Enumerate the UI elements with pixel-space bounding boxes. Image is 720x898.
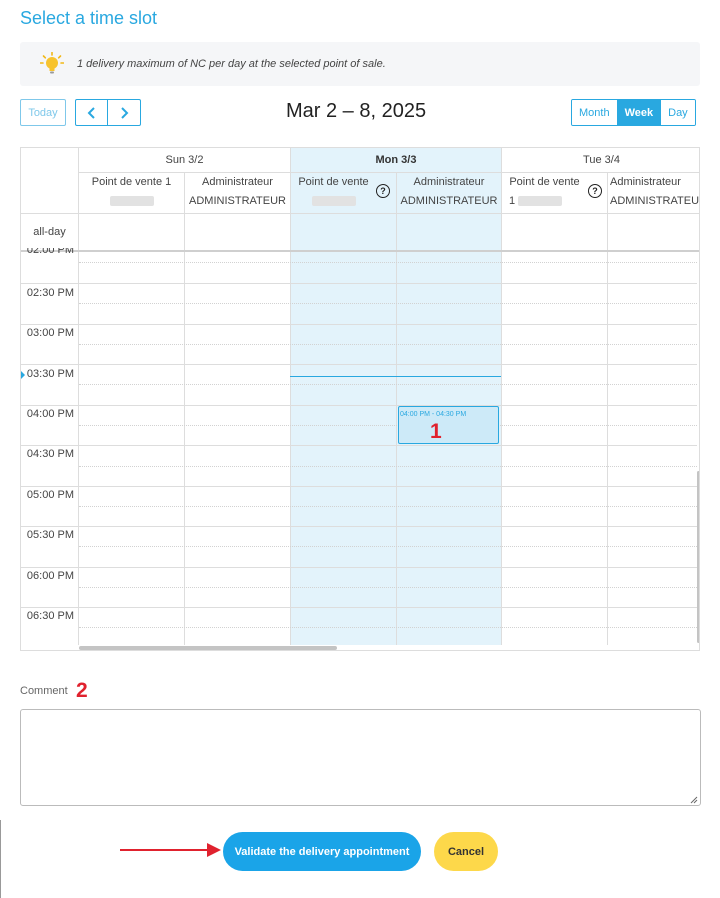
- help-icon[interactable]: ?: [376, 184, 390, 198]
- dialog-title: Select a time slot: [20, 8, 158, 28]
- view-month-button[interactable]: Month: [572, 100, 617, 125]
- time-slot-label: 03:30 PM: [26, 368, 74, 380]
- annotation-arrow-head: [207, 843, 221, 857]
- resource-header: Administrateur ADMINISTRATEUR: [189, 176, 286, 207]
- cancel-button[interactable]: Cancel: [434, 832, 498, 871]
- time-slot-label: 06:00 PM: [26, 570, 74, 582]
- time-slot-label: 04:30 PM: [26, 448, 74, 460]
- day-header-tue[interactable]: Tue 3/4: [502, 148, 699, 172]
- redacted-text: [518, 196, 563, 207]
- chevron-left-icon: [87, 106, 95, 119]
- now-indicator-line: [290, 376, 501, 377]
- comment-textarea[interactable]: [20, 709, 701, 806]
- comment-label: Comment: [20, 685, 68, 697]
- view-week-button[interactable]: Week: [616, 100, 661, 125]
- resource-header: Point de vente 1: [509, 176, 580, 207]
- day-header-mon[interactable]: Mon 3/3: [291, 148, 501, 172]
- horizontal-scrollbar[interactable]: [79, 646, 337, 650]
- time-slot-label: 05:30 PM: [26, 529, 74, 541]
- annotation-marker-1: 1: [430, 420, 442, 443]
- next-button[interactable]: [107, 99, 141, 126]
- resource-header: Point de vente 1: [79, 173, 184, 211]
- today-button[interactable]: Today: [20, 99, 66, 126]
- annotation-arrow: [120, 849, 210, 851]
- info-message: 1 delivery maximum of NC per day at the …: [77, 58, 386, 70]
- time-slot-label: 03:00 PM: [26, 327, 74, 339]
- view-day-button[interactable]: Day: [660, 100, 695, 125]
- time-slot-label: 06:30 PM: [26, 610, 74, 622]
- day-header-sun[interactable]: Sun 3/2: [79, 148, 290, 172]
- allday-label: all-day: [33, 226, 66, 238]
- resource-header: Point de vente: [291, 173, 376, 211]
- event-time: 04:00 PM - 04:30 PM: [400, 411, 467, 418]
- annotation-marker-2: 2: [76, 679, 88, 702]
- time-slot-label: 02:30 PM: [26, 287, 74, 299]
- help-icon[interactable]: ?: [588, 184, 602, 198]
- redacted-text: [311, 196, 356, 207]
- time-slot-label: 04:00 PM: [26, 408, 74, 420]
- resize-grip-icon[interactable]: [690, 796, 698, 804]
- view-switcher: Month Week Day: [571, 99, 696, 126]
- prev-button[interactable]: [75, 99, 108, 126]
- calendar-event[interactable]: 04:00 PM - 04:30 PM: [398, 406, 499, 444]
- chevron-right-icon: [121, 106, 129, 119]
- calendar-grid: Sun 3/2 Mon 3/3 Tue 3/4 Point de vente 1…: [20, 147, 700, 651]
- vertical-scrollbar[interactable]: [697, 471, 699, 643]
- time-slot-label: 02:00 PM: [26, 248, 74, 256]
- info-banner: 1 delivery maximum of NC per day at the …: [20, 42, 700, 86]
- lightbulb-icon: [40, 52, 64, 74]
- validate-appointment-button[interactable]: Validate the delivery appointment: [223, 832, 421, 871]
- now-indicator-arrow: [21, 371, 25, 379]
- window-edge: [0, 820, 1, 898]
- time-slot-label: 05:00 PM: [26, 489, 74, 501]
- redacted-text: [109, 196, 154, 207]
- resource-header: Administrateur ADMINISTRATEUR: [400, 176, 498, 207]
- date-range-title: Mar 2 – 8, 2025: [286, 100, 427, 122]
- resource-header: Administrateur ADMINISTRATEU: [610, 176, 700, 207]
